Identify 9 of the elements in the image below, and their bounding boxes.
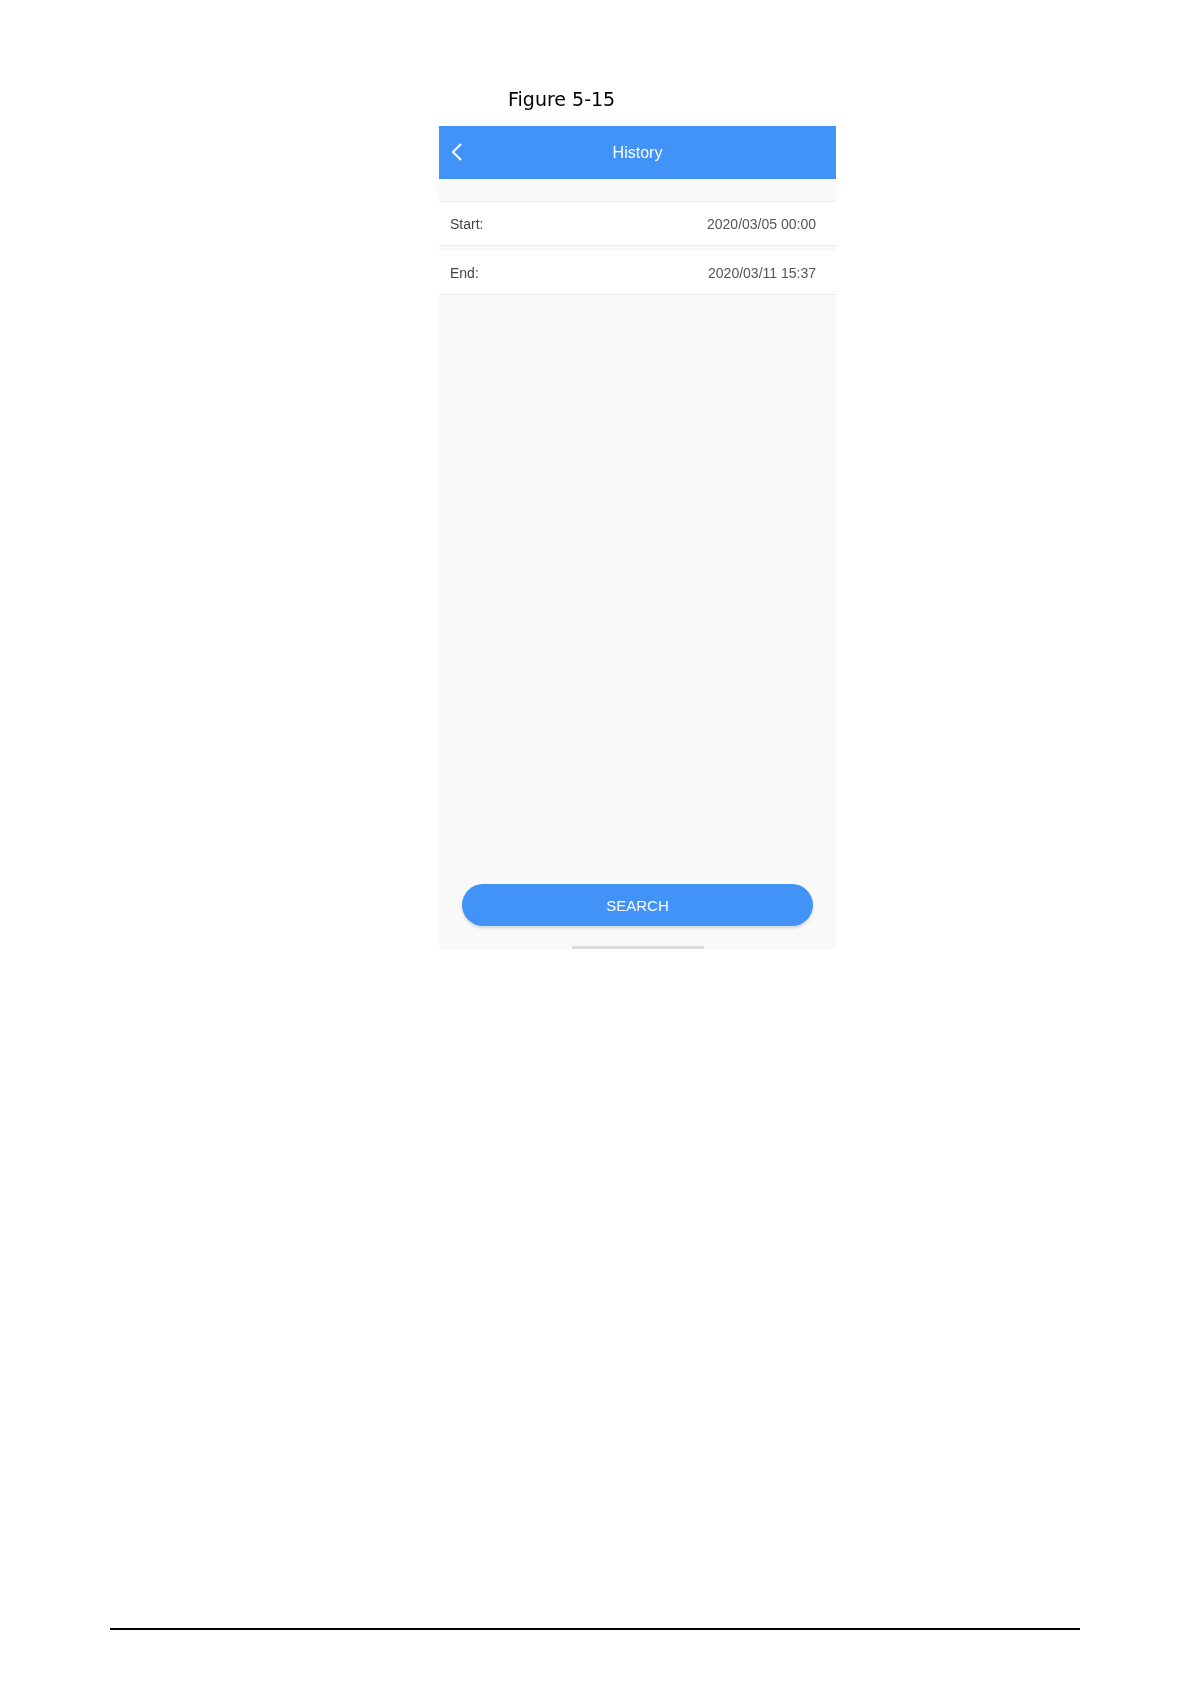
figure-caption: Figure 5-15 bbox=[508, 88, 616, 112]
back-icon[interactable] bbox=[451, 142, 463, 162]
field-label: Start: bbox=[450, 215, 484, 232]
date-value: 2020/03/05 00:00 bbox=[707, 215, 816, 232]
date-row[interactable]: End: 2020/03/11 15:37 bbox=[439, 251, 836, 295]
date-value: 2020/03/11 15:37 bbox=[708, 264, 816, 281]
date-row[interactable]: Start: 2020/03/05 00:00 bbox=[439, 202, 836, 246]
screen-title: History bbox=[612, 143, 663, 162]
field-label: End: bbox=[450, 264, 479, 281]
